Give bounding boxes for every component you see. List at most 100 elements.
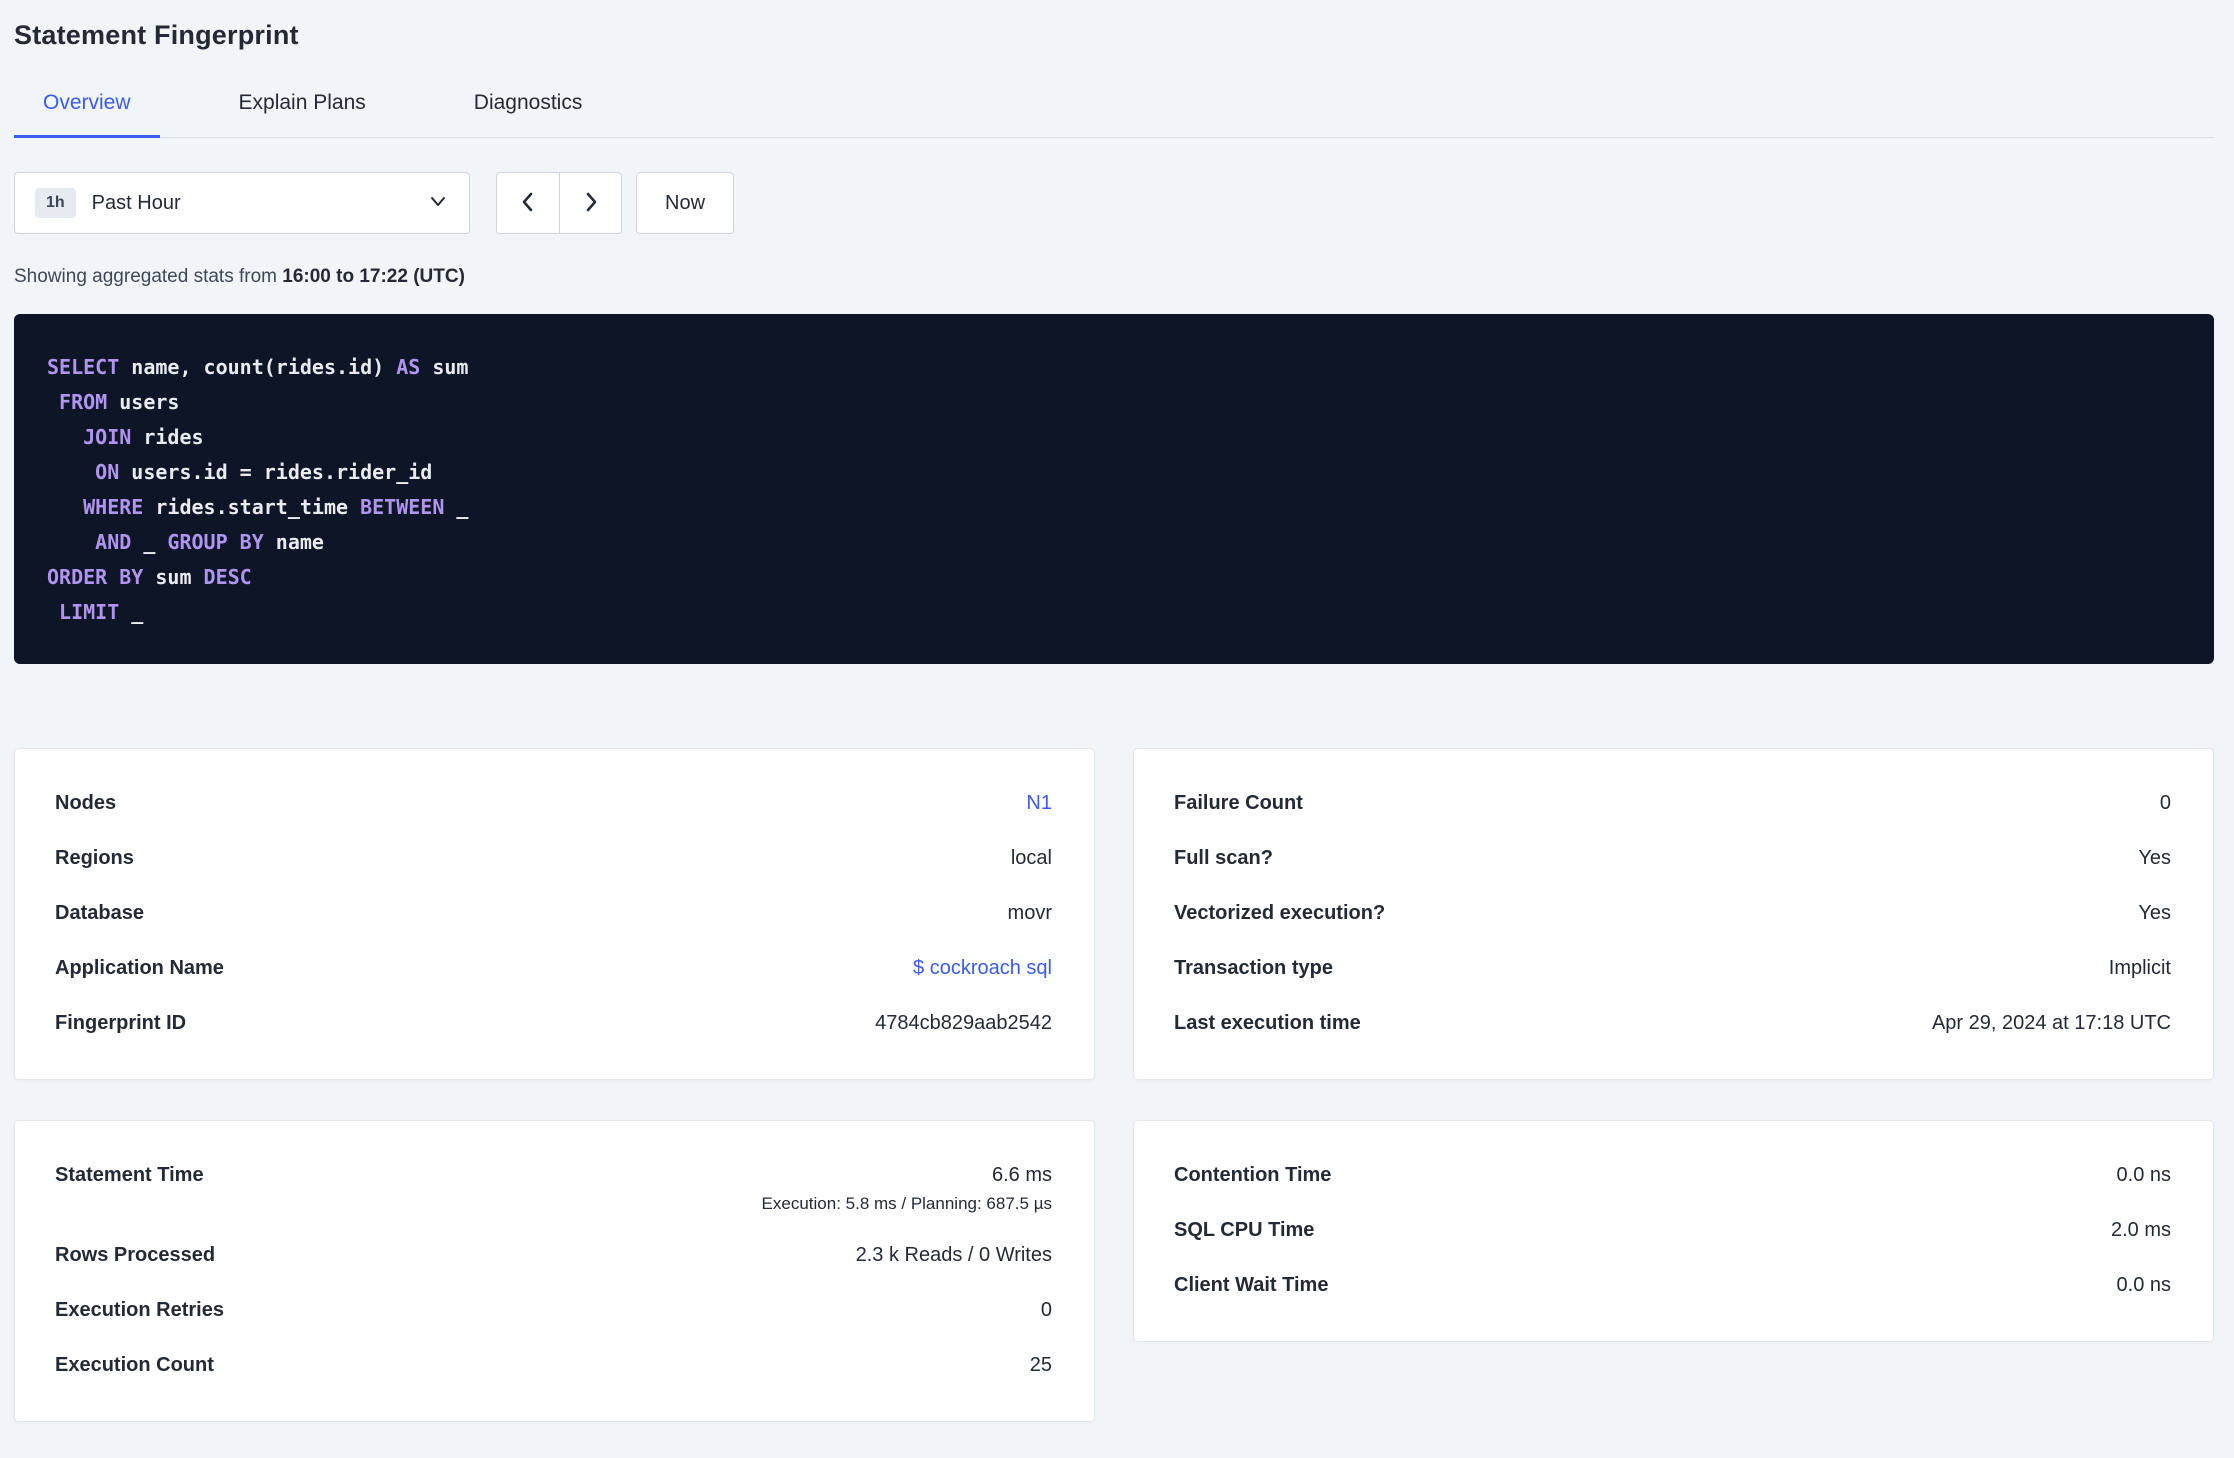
stat-row: Last execution time Apr 29, 2024 at 17:18… [1174, 996, 2171, 1051]
now-button[interactable]: Now [636, 172, 735, 234]
stat-row: Nodes N1 [55, 776, 1052, 831]
stat-label: Last execution time [1174, 1012, 1361, 1034]
next-range-button[interactable] [559, 173, 621, 233]
stat-label: Transaction type [1174, 957, 1333, 979]
resource-times-card: Contention Time 0.0 ns SQL CPU Time 2.0 ms C… [1133, 1120, 2214, 1342]
sql-text: _ [444, 495, 469, 519]
sql-keyword: GROUP BY [167, 530, 264, 554]
tab-diagnostics[interactable]: Diagnostics [445, 91, 612, 138]
sql-line: SELECT name, count(rides.id) AS sum [47, 350, 2184, 385]
statement-fingerprint-page: Statement Fingerprint Overview Explain Pl… [0, 0, 2234, 1422]
time-toolbar: 1h Past Hour Now [14, 172, 2214, 234]
stat-value-wrap: Apr 29, 2024 at 17:18 UTC [1932, 1010, 2171, 1037]
sql-text: sum [143, 565, 204, 589]
sql-text: sum [420, 355, 469, 379]
sql-keyword: AND [95, 530, 132, 554]
summary-prefix: Showing aggregated stats from [14, 266, 283, 287]
sql-line: AND _ GROUP BY name [47, 525, 2184, 560]
range-label: Past Hour [91, 191, 181, 214]
tab-bar: Overview Explain Plans Diagnostics [14, 91, 2214, 138]
statement-details-card: Nodes N1 Regions local Database movr Applicati… [14, 748, 1095, 1080]
stat-value-link[interactable]: N1 [1026, 792, 1052, 814]
stat-label: Contention Time [1174, 1164, 1332, 1186]
stat-value: 0 [2159, 792, 2171, 814]
stat-label: Fingerprint ID [55, 1012, 187, 1034]
stat-value: Apr 29, 2024 at 17:18 UTC [1931, 1012, 2171, 1034]
sql-keyword: AS [396, 355, 421, 379]
previous-range-button[interactable] [497, 173, 559, 233]
stat-row: SQL CPU Time 2.0 ms [1174, 1203, 2171, 1258]
sql-line: ON users.id = rides.rider_id [47, 455, 2184, 490]
stat-label: Vectorized execution? [1174, 902, 1386, 924]
stat-subvalue: Execution: 5.8 ms / Planning: 687.5 µs [761, 1194, 1052, 1213]
sql-text: name [263, 530, 324, 554]
stat-value: 0.0 ns [2116, 1274, 2171, 1296]
stat-value: 4784cb829aab2542 [875, 1012, 1052, 1034]
sql-keyword: JOIN [83, 425, 132, 449]
stat-row: Regions local [55, 831, 1052, 886]
stat-value: Yes [2138, 847, 2171, 869]
stat-value-wrap: 2.3 k Reads / 0 Writes [856, 1242, 1052, 1269]
stat-value-wrap: $ cockroach sql [913, 955, 1052, 982]
stat-label: Failure Count [1174, 792, 1303, 814]
stat-value-wrap: Yes [2138, 900, 2171, 927]
stat-label: Rows Processed [55, 1244, 216, 1266]
statement-times-card: Statement Time 6.6 ms Execution: 5.8 ms / … [14, 1120, 1095, 1422]
page-title: Statement Fingerprint [14, 20, 299, 50]
stat-value: Yes [2138, 902, 2171, 924]
stat-value: 2.3 k Reads / 0 Writes [855, 1244, 1052, 1266]
stat-row: Database movr [55, 886, 1052, 941]
stat-label: Regions [55, 847, 134, 869]
sql-keyword: BETWEEN [360, 495, 445, 519]
sql-text: users.id = rides.rider_id [119, 460, 433, 484]
sql-keyword: WHERE [83, 495, 144, 519]
summary-time-range: 16:00 to 17:22 (UTC) [282, 266, 465, 287]
stat-row: Vectorized execution? Yes [1174, 886, 2171, 941]
sql-keyword: FROM [59, 390, 108, 414]
time-range-select[interactable]: 1h Past Hour [14, 172, 470, 234]
sql-keyword: ON [95, 460, 120, 484]
stat-row: Contention Time 0.0 ns [1174, 1148, 2171, 1203]
sql-text: _ [131, 530, 168, 554]
stat-label: Nodes [55, 792, 117, 814]
tab-explain-plans[interactable]: Explain Plans [210, 91, 395, 138]
sql-text: rides.start_time [143, 495, 361, 519]
stat-row: Fingerprint ID 4784cb829aab2542 [55, 996, 1052, 1051]
stat-value-link[interactable]: $ cockroach sql [913, 957, 1052, 979]
stat-row: Client Wait Time 0.0 ns [1174, 1258, 2171, 1313]
stat-row: Execution Count 25 [55, 1338, 1052, 1393]
stat-value: 25 [1029, 1354, 1052, 1376]
tab-overview[interactable]: Overview [14, 91, 160, 138]
stat-value-wrap: Implicit [2109, 955, 2171, 982]
sql-line: ORDER BY sum DESC [47, 560, 2184, 595]
stat-row: Full scan? Yes [1174, 831, 2171, 886]
stats-cards: Nodes N1 Regions local Database movr Applicati… [14, 748, 2214, 1422]
stat-value-wrap: 4784cb829aab2542 [875, 1010, 1052, 1037]
sql-line: FROM users [47, 385, 2184, 420]
stat-value-wrap: 2.0 ms [2111, 1217, 2171, 1244]
sql-keyword: DESC [203, 565, 252, 589]
stat-value-wrap: local [1011, 845, 1052, 872]
chevron-right-icon [579, 190, 603, 217]
sql-text: rides [131, 425, 204, 449]
stat-value-wrap: N1 [1026, 790, 1052, 817]
stat-value: 2.0 ms [2110, 1219, 2171, 1241]
sql-keyword: SELECT [47, 355, 120, 379]
stat-label: Execution Retries [55, 1299, 224, 1321]
stat-label: Application Name [55, 957, 224, 979]
sql-keyword: ORDER BY [47, 565, 144, 589]
stat-value-wrap: movr [1008, 900, 1052, 927]
stat-row: Statement Time 6.6 ms Execution: 5.8 ms / … [55, 1148, 1052, 1228]
stat-row: Application Name $ cockroach sql [55, 941, 1052, 996]
sql-text: name, count(rides.id) [119, 355, 397, 379]
stat-value: movr [1007, 902, 1052, 924]
chevron-left-icon [516, 190, 540, 217]
execution-attributes-card: Failure Count 0 Full scan? Yes Vectorized ex… [1133, 748, 2214, 1080]
stat-value-wrap: 0.0 ns [2117, 1162, 2171, 1189]
stat-value: 0.0 ns [2116, 1164, 2171, 1186]
stat-value-wrap: 25 [1030, 1352, 1052, 1379]
